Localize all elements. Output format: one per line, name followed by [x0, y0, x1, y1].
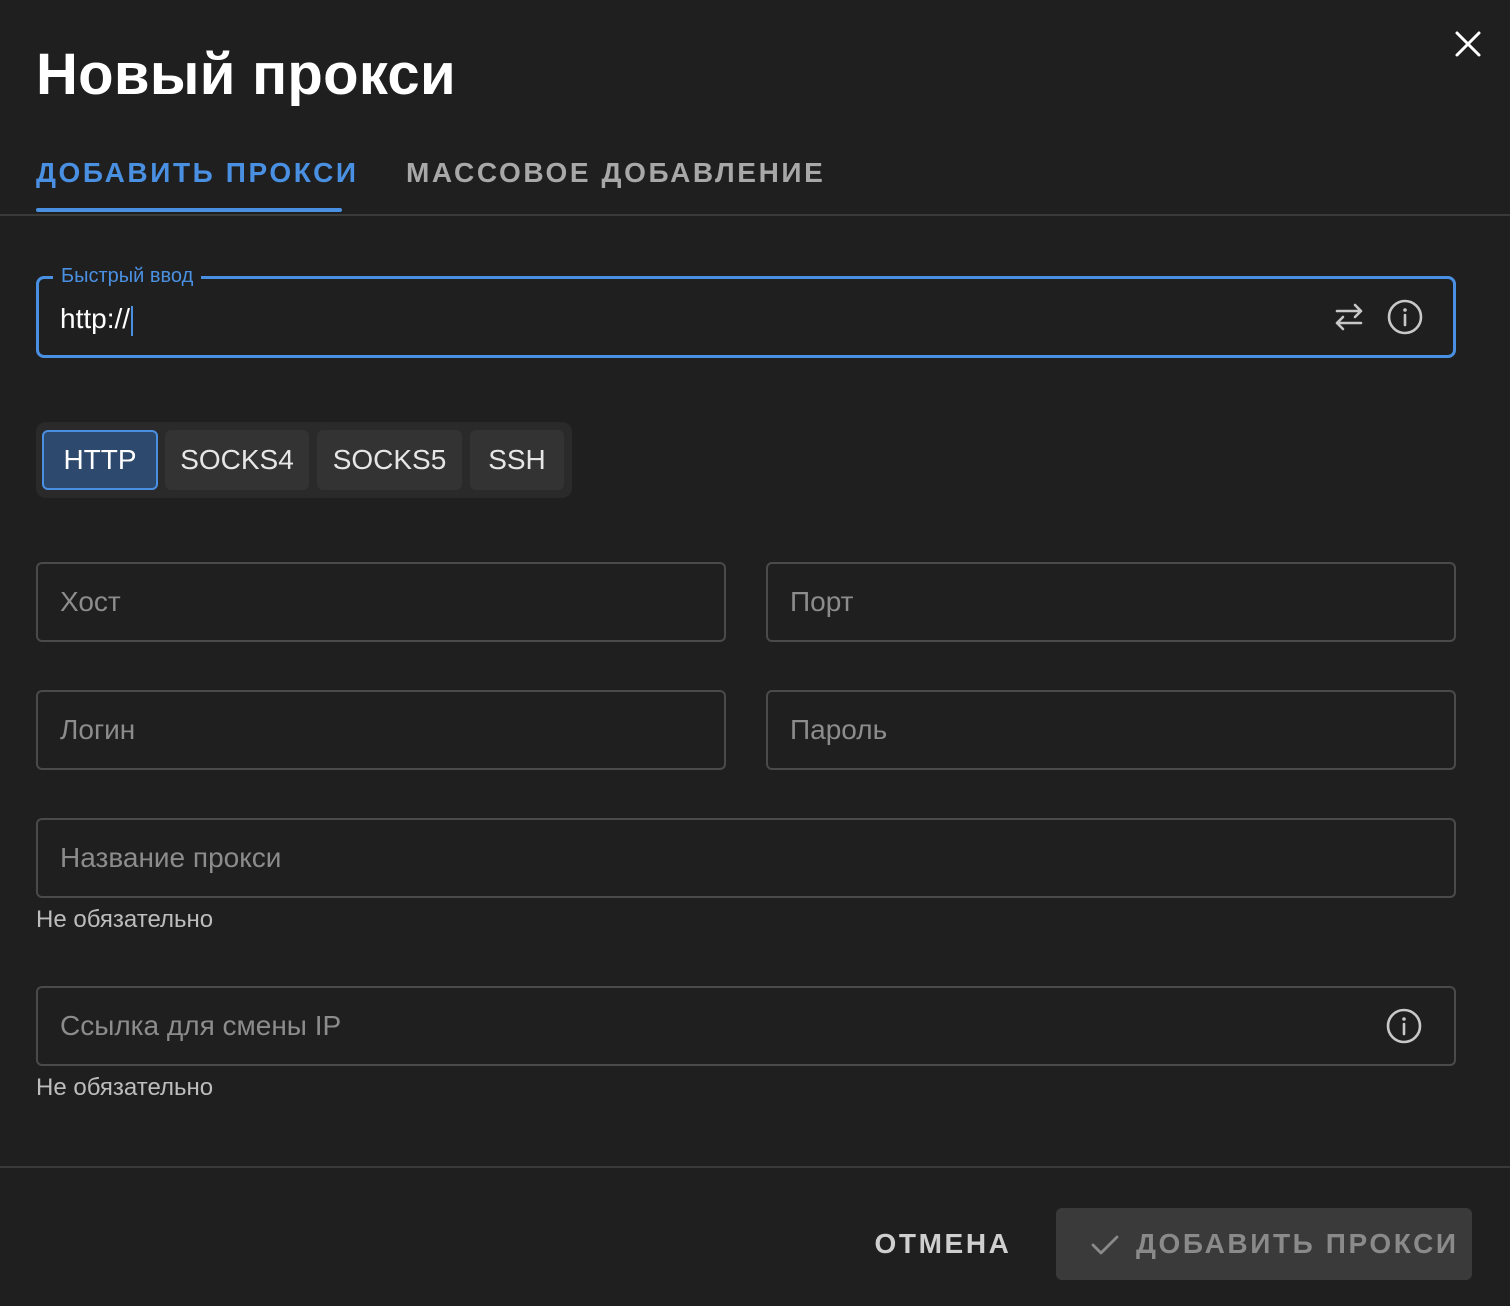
host-placeholder: Хост [60, 586, 121, 617]
port-placeholder: Порт [790, 586, 854, 617]
close-button[interactable] [1446, 22, 1490, 66]
ip-change-link-helper: Не обязательно [36, 1074, 214, 1101]
dialog-title: Новый прокси [36, 42, 456, 107]
text-caret [131, 305, 134, 336]
quick-input-text: http:// [60, 303, 131, 334]
login-placeholder: Логин [60, 714, 136, 745]
password-placeholder: Пароль [790, 714, 888, 745]
swap-icon [1335, 303, 1363, 331]
proxy-name-placeholder: Название прокси [60, 842, 282, 873]
protocol-http-button[interactable]: HTTP [42, 430, 158, 490]
quick-input-field[interactable]: Быстрый ввод http:// [36, 263, 1456, 359]
protocol-socks5-button[interactable]: SOCKS5 [317, 430, 462, 490]
add-proxy-button-label: ДОБАВИТЬ ПРОКСИ [1136, 1228, 1459, 1259]
password-input[interactable]: Пароль [766, 690, 1456, 770]
tabs-bar: ДОБАВИТЬ ПРОКСИ МАССОВОЕ ДОБАВЛЕНИЕ [0, 134, 1510, 216]
footer-divider [0, 1166, 1510, 1168]
new-proxy-dialog: Новый прокси ДОБАВИТЬ ПРОКСИ МАССОВОЕ ДО… [0, 0, 1510, 1306]
proxy-name-helper: Не обязательно [36, 906, 214, 933]
info-icon [1386, 1008, 1422, 1044]
port-input[interactable]: Порт [766, 562, 1456, 642]
add-proxy-button[interactable]: ДОБАВИТЬ ПРОКСИ [1056, 1208, 1472, 1280]
active-tab-indicator [36, 208, 342, 212]
close-icon [1455, 31, 1481, 57]
tab-bulk-add[interactable]: МАССОВОЕ ДОБАВЛЕНИЕ [406, 134, 825, 212]
protocol-selector: HTTP SOCKS4 SOCKS5 SSH [36, 422, 572, 498]
check-icon [1091, 1235, 1119, 1255]
ip-change-link-input[interactable]: Ссылка для смены IP [36, 986, 1456, 1066]
tab-add-proxy[interactable]: ДОБАВИТЬ ПРОКСИ [36, 134, 359, 212]
swap-button[interactable] [1329, 297, 1369, 337]
host-input[interactable]: Хост [36, 562, 726, 642]
quick-input-value[interactable]: http:// [60, 279, 134, 359]
ip-change-link-placeholder: Ссылка для смены IP [60, 1010, 342, 1041]
proxy-name-input[interactable]: Название прокси [36, 818, 1456, 898]
ip-link-info-button[interactable] [1384, 1006, 1424, 1046]
login-input[interactable]: Логин [36, 690, 726, 770]
cancel-button[interactable]: ОТМЕНА [860, 1208, 1026, 1280]
info-icon [1387, 299, 1423, 335]
protocol-ssh-button[interactable]: SSH [470, 430, 564, 490]
quick-input-info-button[interactable] [1385, 297, 1425, 337]
protocol-socks4-button[interactable]: SOCKS4 [165, 430, 309, 490]
